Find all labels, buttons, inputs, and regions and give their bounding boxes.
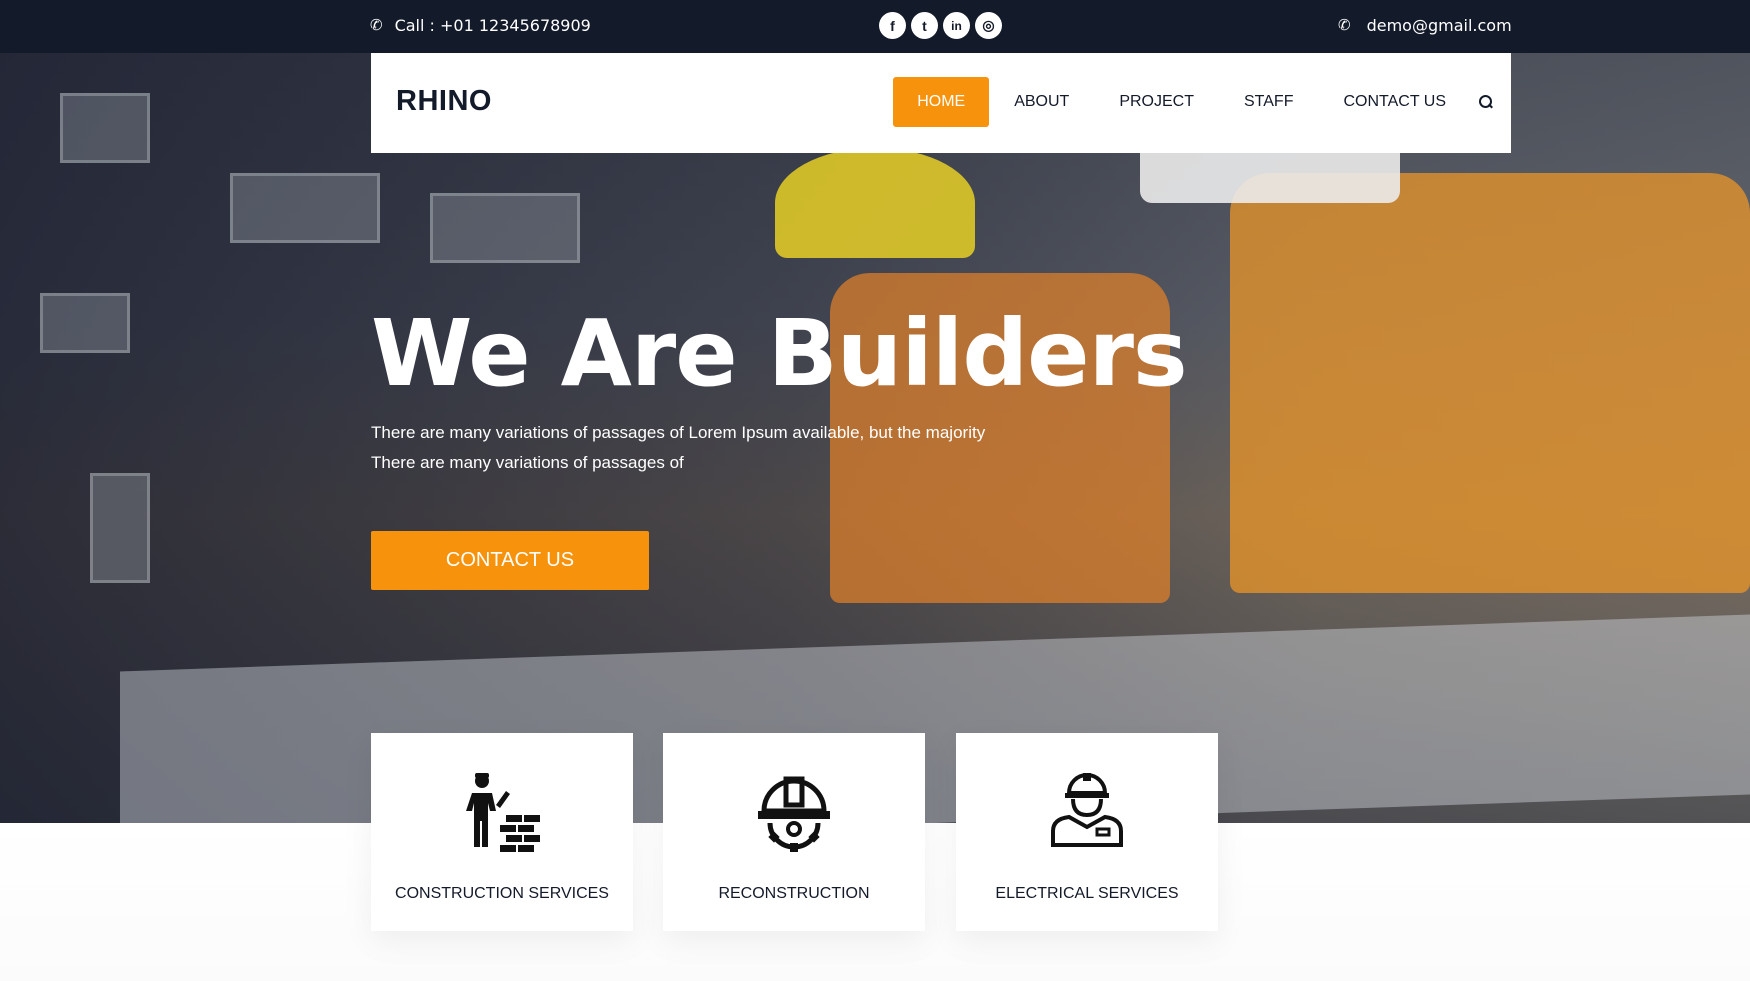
nav-item-project[interactable]: PROJECT [1094,77,1219,127]
navbar: RHINO HOME ABOUT PROJECT STAFF CONTACT U… [371,53,1511,153]
bricklayer-icon [466,773,540,852]
social-links: f t in ◎ [879,12,1002,39]
window-shape [40,293,130,353]
nav-item-home[interactable]: HOME [893,77,990,127]
window-shape [60,93,150,163]
worker-icon [1051,773,1123,847]
hero-headline: We Are Builders [371,300,1188,407]
nav-item-about[interactable]: ABOUT [989,77,1094,127]
facebook-icon[interactable]: f [879,12,906,39]
call-text: Call : +01 12345678909 [394,16,591,35]
service-card-reconstruction[interactable]: RECONSTRUCTION [663,733,925,931]
blueprint-table-shape [120,614,1750,823]
service-label: RECONSTRUCTION [718,885,870,902]
window-shape [230,173,380,243]
service-card-electrical[interactable]: ELECTRICAL SERVICES [956,733,1218,931]
linkedin-icon[interactable]: in [943,12,970,39]
service-card-construction[interactable]: CONSTRUCTION SERVICES [371,733,633,931]
nav-item-staff[interactable]: STAFF [1219,77,1318,127]
hero-line-1: There are many variations of passages of… [371,423,986,442]
top-bar: ✆ Call : +01 12345678909 f t in ◎ ✆ demo… [0,0,1750,53]
brand-logo[interactable]: RHINO [396,85,492,118]
search-icon[interactable] [1479,95,1493,109]
phone-icon: ✆ [370,16,383,34]
service-label: CONSTRUCTION SERVICES [395,885,609,902]
instagram-icon[interactable]: ◎ [975,12,1002,39]
email-info: ✆ demo@gmail.com [1338,16,1512,35]
nav-menu: HOME ABOUT PROJECT STAFF CONTACT US [893,77,1493,127]
window-shape [90,473,150,583]
contact-us-button[interactable]: CONTACT US [371,531,649,590]
service-label: ELECTRICAL SERVICES [995,885,1179,902]
hero-description: There are many variations of passages of… [371,418,985,478]
email-text[interactable]: demo@gmail.com [1367,16,1512,35]
twitter-icon[interactable]: t [911,12,938,39]
yellow-helmet-shape [775,148,975,258]
hero-line-2: There are many variations of passages of [371,453,684,472]
call-info: ✆ Call : +01 12345678909 [370,16,591,35]
helmet-gear-icon [758,776,830,852]
phone-icon: ✆ [1338,16,1351,34]
window-shape [430,193,580,263]
worker-vest-shape [1230,173,1750,593]
nav-item-contact-us[interactable]: CONTACT US [1318,77,1471,127]
